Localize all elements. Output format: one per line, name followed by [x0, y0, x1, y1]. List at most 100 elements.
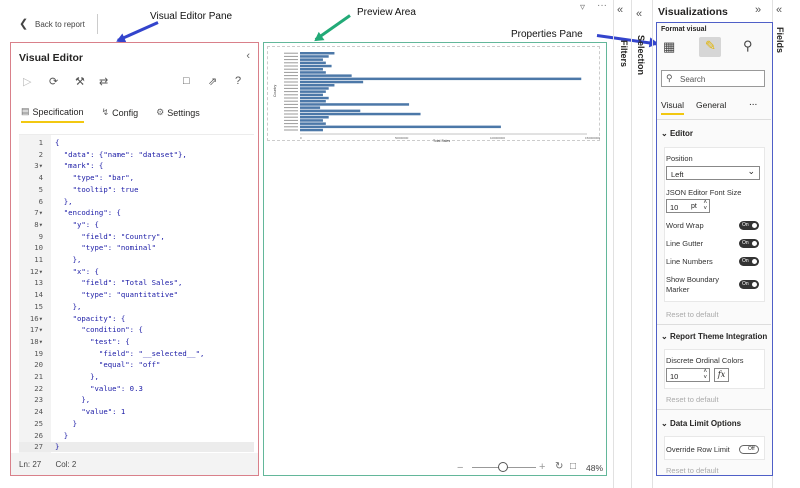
code-line[interactable]: 17▾ "condition": {: [19, 325, 254, 335]
expand-selection-icon[interactable]: «: [636, 8, 642, 20]
tab-visual[interactable]: Visual: [661, 100, 684, 115]
auto-apply-icon[interactable]: ⟳: [49, 75, 58, 88]
code-line[interactable]: 15 },: [19, 302, 254, 312]
reset-to-default-link[interactable]: Reset to default: [666, 395, 719, 404]
chart-bar[interactable]: [300, 128, 323, 132]
code-line[interactable]: 27}: [19, 442, 254, 453]
fields-pane-tab[interactable]: Fields: [775, 27, 785, 53]
build-visual-icon[interactable]: ▦: [663, 39, 675, 55]
code-line[interactable]: 11 },: [19, 255, 254, 265]
chart-bar[interactable]: [300, 64, 332, 68]
code-line[interactable]: 21 },: [19, 372, 254, 382]
code-line[interactable]: 16▾ "opacity": {: [19, 314, 254, 324]
visual-preview-frame[interactable]: 0 50000000 100000000 150000000 Total Sales Co…: [267, 46, 600, 143]
json-code-editor[interactable]: 1{ 2 "data": {"name": "dataset"}, 3▾ "mark…: [19, 134, 254, 453]
chart-bar[interactable]: [300, 80, 364, 84]
editor-section-header[interactable]: ⌄ Editor: [661, 129, 693, 138]
code-line[interactable]: 12▾ "x": {: [19, 267, 254, 277]
chart-bar[interactable]: [300, 112, 421, 116]
tab-config[interactable]: ↯ Config: [102, 106, 139, 123]
collapse-icon[interactable]: ‹: [246, 50, 250, 62]
code-line[interactable]: 22 "value": 0.3: [19, 384, 254, 394]
wrench-icon[interactable]: ⚒: [75, 75, 85, 88]
code-line[interactable]: 5 "tooltip": true: [19, 185, 254, 195]
search-input[interactable]: ⚲ Search: [661, 70, 765, 87]
tab-specification[interactable]: ▤ Specification: [21, 106, 84, 123]
theme-section-header[interactable]: ⌄ Report Theme Integration: [661, 332, 767, 341]
tab-settings[interactable]: ⚙ Settings: [156, 106, 200, 123]
chart-bar[interactable]: [300, 96, 329, 100]
back-arrow-icon[interactable]: ❮: [19, 17, 28, 30]
expand-fields-icon[interactable]: «: [776, 4, 782, 16]
reset-to-default-link[interactable]: Reset to default: [666, 466, 719, 475]
fx-button[interactable]: fx: [714, 368, 729, 382]
chart-bar[interactable]: [300, 100, 326, 103]
code-line[interactable]: 14 "type": "quantitative": [19, 290, 254, 300]
chart-bar[interactable]: [300, 109, 361, 113]
reset-to-default-link[interactable]: Reset to default: [666, 310, 719, 319]
chart-bar[interactable]: [300, 93, 323, 97]
code-line[interactable]: 19 "field": "__selected__",: [19, 349, 254, 359]
more-options-icon[interactable]: ···: [597, 0, 607, 11]
chart-bar[interactable]: [300, 71, 326, 74]
code-line[interactable]: 1{: [19, 138, 254, 148]
selection-pane-tab[interactable]: Selection: [636, 35, 646, 75]
code-line[interactable]: 10 "type": "nominal": [19, 243, 254, 253]
zoom-in-icon[interactable]: +: [539, 461, 545, 473]
stepper-icon[interactable]: ˄ ˅: [703, 369, 707, 381]
back-to-report-link[interactable]: Back to report: [35, 20, 85, 29]
code-line[interactable]: 13 "field": "Total Sales",: [19, 278, 254, 288]
code-line[interactable]: 24 "value": 1: [19, 407, 254, 417]
filters-pane-tab[interactable]: Filters: [619, 40, 629, 67]
zoom-out-icon[interactable]: −: [457, 462, 463, 474]
chart-bar[interactable]: [300, 68, 323, 71]
chart-bar[interactable]: [300, 122, 326, 125]
chart-bar[interactable]: [300, 55, 329, 58]
refresh-icon[interactable]: ↻: [555, 461, 563, 472]
line-numbers-toggle[interactable]: On: [739, 257, 759, 266]
code-line[interactable]: 18▾ "test": {: [19, 337, 254, 347]
code-line[interactable]: 23 },: [19, 395, 254, 405]
code-line[interactable]: 20 "equal": "off": [19, 360, 254, 370]
chart-bar[interactable]: [300, 74, 352, 77]
expand-filters-icon[interactable]: «: [617, 4, 623, 16]
swap-icon[interactable]: ⇄: [99, 75, 108, 88]
chart-bar[interactable]: [300, 58, 323, 61]
chart-bar[interactable]: [300, 84, 335, 87]
zoom-slider-handle[interactable]: [497, 462, 508, 472]
new-file-icon[interactable]: □: [183, 75, 190, 87]
collapse-visualizations-icon[interactable]: »: [755, 4, 761, 16]
help-icon[interactable]: ?: [235, 75, 241, 87]
code-line[interactable]: 8▾ "y": {: [19, 220, 254, 230]
data-limit-section-header[interactable]: ⌄ Data Limit Options: [661, 419, 741, 428]
run-icon[interactable]: ▷: [23, 75, 31, 88]
chart-bar[interactable]: [300, 125, 501, 129]
code-line[interactable]: 2 "data": {"name": "dataset"},: [19, 150, 254, 160]
override-row-toggle[interactable]: Off: [739, 445, 759, 454]
font-size-input[interactable]: 10 pt ˄ ˅: [666, 199, 710, 213]
fit-page-icon[interactable]: □: [570, 461, 576, 472]
chart-bar[interactable]: [300, 116, 329, 119]
chart-bar[interactable]: [300, 119, 323, 122]
line-gutter-toggle[interactable]: On: [739, 239, 759, 248]
position-dropdown[interactable]: Left ⌄: [666, 166, 760, 180]
analytics-icon[interactable]: ⚲: [743, 38, 753, 54]
tab-general[interactable]: General: [696, 100, 726, 110]
chart-bar[interactable]: [300, 77, 582, 81]
code-line[interactable]: 26 }: [19, 431, 254, 441]
show-boundary-toggle[interactable]: On: [739, 280, 759, 289]
code-line[interactable]: 3▾ "mark": {: [19, 161, 254, 171]
code-line[interactable]: 6 },: [19, 197, 254, 207]
zoom-slider[interactable]: [472, 462, 536, 472]
chart-bar[interactable]: [300, 52, 335, 55]
code-line[interactable]: 7▾ "encoding": {: [19, 208, 254, 218]
filter-icon[interactable]: ▿: [580, 2, 585, 13]
discrete-ordinal-input[interactable]: 10 ˄ ˅: [666, 368, 710, 382]
chart-bar[interactable]: [300, 106, 321, 109]
chart-bar[interactable]: [300, 103, 410, 106]
code-line[interactable]: 4 "type": "bar",: [19, 173, 254, 183]
chart-bar[interactable]: [300, 90, 326, 93]
code-line[interactable]: 9 "field": "Country",: [19, 232, 254, 242]
format-visual-button[interactable]: ✎: [699, 37, 721, 57]
export-icon[interactable]: ⇗: [208, 75, 217, 88]
